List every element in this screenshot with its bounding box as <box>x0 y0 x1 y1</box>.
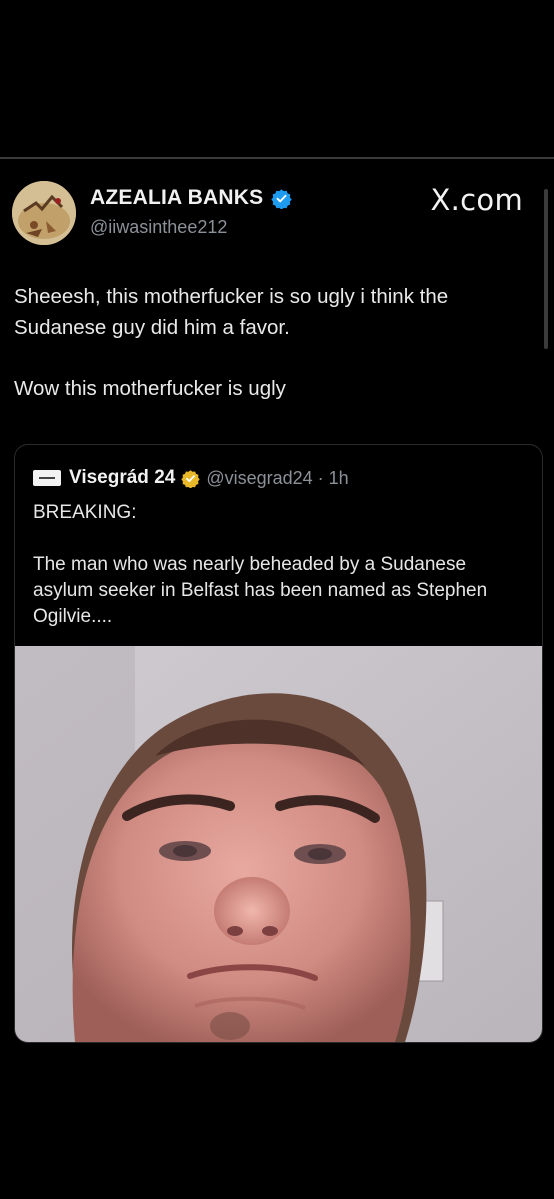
quoted-author-handle-time[interactable]: @visegrad24 · 1h <box>206 468 348 489</box>
quoted-tweet-header: Visegrád 24 @visegrad24 · 1h <box>33 467 349 489</box>
scrollbar[interactable] <box>544 189 548 349</box>
quoted-paragraph: BREAKING: <box>33 502 137 523</box>
photo-illustration <box>15 646 542 1042</box>
author-row: AZEALIA BANKS <box>90 186 292 210</box>
tweet-text: Sheeesh, this motherfucker is so ugly i … <box>14 281 534 404</box>
visegrad-logo-icon <box>33 470 61 486</box>
x-brand-label: X.com <box>430 183 523 217</box>
tweet-paragraph: Sheeesh, this motherfucker is so ugly i … <box>14 285 449 339</box>
tweet-paragraph: Wow this motherfucker is ugly <box>14 377 286 400</box>
verified-badge-icon <box>271 188 292 210</box>
gold-verified-badge-icon <box>181 469 201 489</box>
quoted-tweet[interactable]: Visegrád 24 @visegrad24 · 1h BREAKING: T… <box>14 444 543 1043</box>
man-selfie-photo[interactable] <box>15 646 542 1042</box>
quoted-tweet-text: BREAKING: The man who was nearly beheade… <box>33 500 528 630</box>
author-name[interactable]: AZEALIA BANKS <box>90 186 263 210</box>
quoted-author-name[interactable]: Visegrád 24 <box>69 467 175 489</box>
quoted-paragraph: The man who was nearly beheaded by a Sud… <box>33 554 488 627</box>
author-handle[interactable]: @iiwasinthee212 <box>90 217 227 238</box>
avatar-image <box>12 181 76 245</box>
avatar[interactable] <box>12 181 76 245</box>
top-divider <box>0 157 554 159</box>
